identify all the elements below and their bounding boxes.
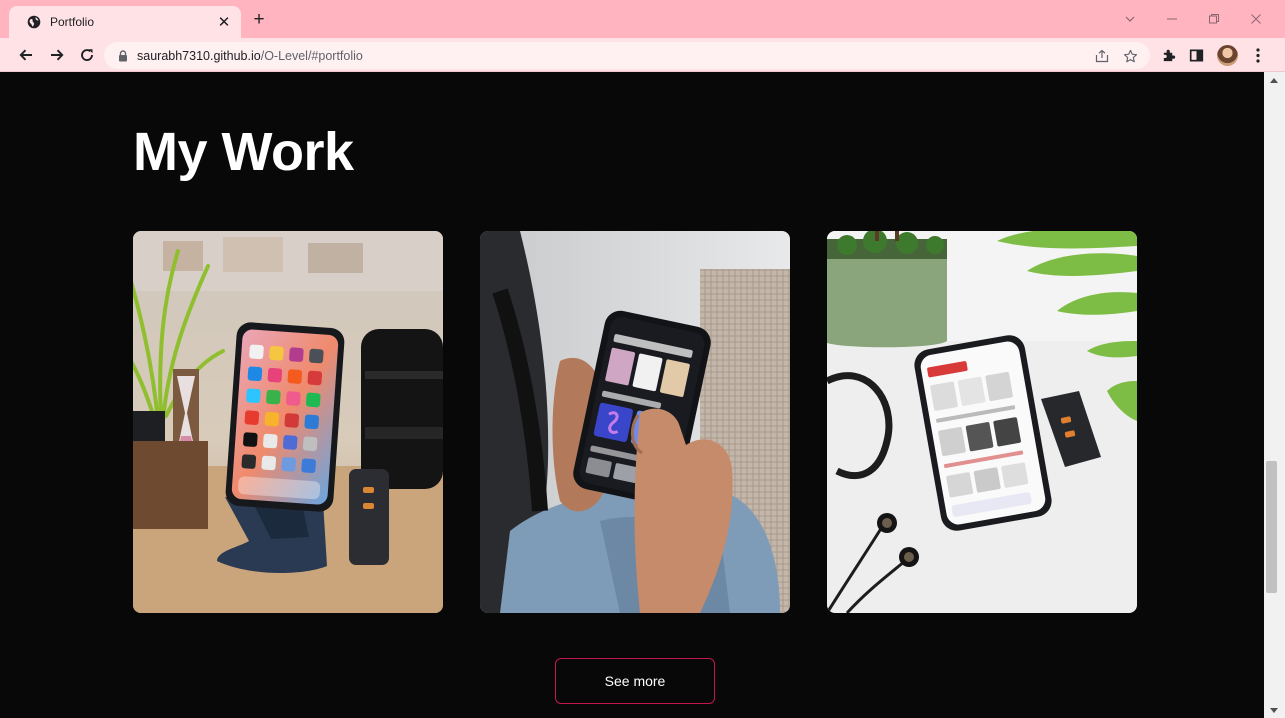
- lock-icon[interactable]: [118, 49, 128, 62]
- see-more-button[interactable]: See more: [555, 658, 715, 704]
- portfolio-card-1[interactable]: [133, 231, 443, 613]
- phone-with-earbuds-image: [827, 231, 1137, 613]
- scroll-down-arrow-icon[interactable]: [1270, 708, 1278, 713]
- menu-icon[interactable]: [1249, 47, 1266, 64]
- address-bar[interactable]: saurabh7310.github.io/O-Level/#portfolio: [104, 42, 1150, 69]
- globe-icon: [27, 15, 41, 29]
- phone-on-stand-image: [133, 231, 443, 613]
- minimize-icon[interactable]: [1158, 8, 1186, 30]
- url-host: saurabh7310.github.io: [137, 48, 261, 63]
- share-icon[interactable]: [1094, 48, 1110, 64]
- tab-search-icon[interactable]: [1116, 8, 1144, 30]
- url-text: saurabh7310.github.io/O-Level/#portfolio: [137, 49, 363, 63]
- extensions-icon[interactable]: [1160, 47, 1177, 64]
- restore-icon[interactable]: [1200, 8, 1228, 30]
- browser-toolbar: saurabh7310.github.io/O-Level/#portfolio: [0, 38, 1285, 72]
- tab-title: Portfolio: [50, 15, 95, 29]
- forward-arrow-icon[interactable]: [48, 46, 66, 64]
- hands-holding-phone-image: [480, 231, 790, 613]
- section-heading: My Work: [133, 122, 354, 182]
- tab-strip: Portfolio ✕ +: [0, 0, 1285, 38]
- tab-portfolio[interactable]: Portfolio ✕: [9, 6, 241, 38]
- plus-icon[interactable]: +: [249, 10, 269, 31]
- star-icon[interactable]: [1122, 48, 1138, 64]
- window-close-icon[interactable]: [1242, 8, 1270, 30]
- portfolio-card-3[interactable]: [827, 231, 1137, 613]
- scrollbar-thumb[interactable]: [1266, 461, 1277, 593]
- vertical-scrollbar[interactable]: [1264, 72, 1285, 718]
- back-arrow-icon[interactable]: [17, 46, 35, 64]
- url-path: /O-Level/#portfolio: [260, 48, 363, 63]
- profile-avatar[interactable]: [1217, 45, 1238, 66]
- close-icon[interactable]: ✕: [215, 13, 233, 31]
- page-viewport: My Work See more: [0, 72, 1264, 718]
- side-panel-icon[interactable]: [1188, 47, 1205, 64]
- reload-icon[interactable]: [78, 46, 96, 64]
- portfolio-card-2[interactable]: [480, 231, 790, 613]
- scroll-up-arrow-icon[interactable]: [1270, 78, 1278, 83]
